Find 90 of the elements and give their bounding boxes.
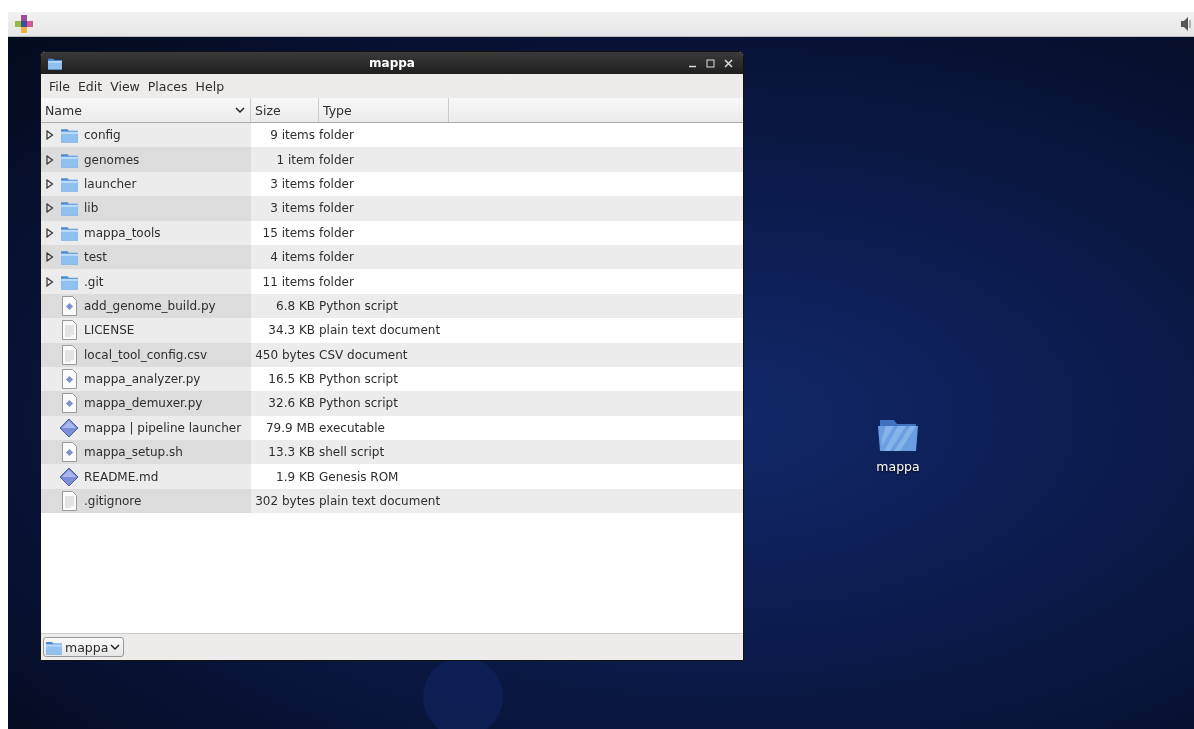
file-size: 13.3 KB [268, 445, 315, 460]
expander-icon[interactable] [45, 203, 54, 214]
text-file-icon [60, 320, 78, 341]
file-type: folder [319, 176, 354, 191]
folder-icon [59, 151, 79, 168]
file-type: folder [319, 274, 354, 289]
file-size: 1.9 KB [276, 469, 315, 484]
menu-item[interactable]: View [106, 78, 144, 94]
file-type: Python script [319, 298, 398, 313]
file-type: folder [319, 128, 354, 143]
column-header[interactable]: Size [251, 98, 319, 122]
file-size: 3 items [270, 176, 315, 191]
folder-icon [59, 200, 79, 217]
file-size: 16.5 KB [268, 372, 315, 387]
file-name: .gitignore [84, 494, 142, 509]
file-type: CSV document [319, 347, 408, 362]
close-icon[interactable] [724, 58, 733, 68]
file-type: plain text document [319, 323, 441, 338]
column-header[interactable]: Name [41, 98, 251, 122]
text-file-icon [60, 491, 78, 512]
file-size: 11 items [262, 274, 315, 289]
file-size: 9 items [270, 128, 315, 143]
file-type: folder [319, 201, 354, 216]
script-file-icon [60, 369, 78, 390]
file-size: 34.3 KB [268, 323, 315, 338]
file-name: add_genome_build.py [84, 298, 216, 313]
window-title: mappa [369, 56, 415, 70]
file-size: 6.8 KB [276, 298, 315, 313]
file-name: genomes [84, 152, 140, 167]
file-size: 3 items [270, 201, 315, 216]
script-file-icon [60, 442, 78, 463]
file-name: mappa_analyzer.py [84, 372, 201, 387]
file-name: mappa | pipeline launcher [84, 420, 242, 435]
file-type: folder [319, 152, 354, 167]
menu-item[interactable]: Edit [73, 78, 107, 94]
expander-icon[interactable] [45, 227, 54, 238]
file-size: 450 bytes [255, 347, 315, 362]
maximize-icon[interactable] [706, 58, 715, 68]
file-type: Python script [319, 372, 398, 387]
caret-icon [110, 643, 121, 651]
file-name: mappa_tools [84, 225, 161, 240]
menu-item[interactable]: Places [143, 78, 192, 94]
desktop-icon-label[interactable]: mappa [876, 459, 920, 474]
file-type: executable [319, 420, 385, 435]
expander-icon[interactable] [45, 178, 54, 189]
location-button[interactable]: mappa [43, 637, 125, 657]
file-name: config [84, 128, 121, 143]
file-type: shell script [319, 445, 385, 460]
file-name: launcher [84, 176, 137, 191]
expander-icon[interactable] [45, 252, 54, 263]
folder-icon [59, 273, 79, 290]
expander-icon[interactable] [45, 154, 54, 165]
file-name: README.md [84, 469, 159, 484]
folder-icon [59, 249, 79, 266]
file-name: test [84, 250, 108, 265]
diamond-icon [59, 466, 79, 487]
menu-item[interactable]: Help [191, 78, 229, 94]
expander-icon[interactable] [45, 130, 54, 141]
file-name: local_tool_config.csv [84, 347, 208, 362]
file-name: mappa_demuxer.py [84, 396, 203, 411]
file-type: folder [319, 225, 354, 240]
text-file-icon [60, 344, 78, 365]
file-type: plain text document [319, 494, 441, 509]
apps-menu-icon[interactable] [14, 14, 34, 34]
menu-item[interactable]: File [45, 78, 74, 94]
folder-icon [59, 127, 79, 144]
diamond-icon [59, 417, 79, 438]
file-name: lib [84, 201, 99, 216]
folder-icon[interactable] [876, 417, 920, 453]
file-size: 15 items [262, 225, 315, 240]
file-size: 302 bytes [255, 494, 315, 509]
file-type: folder [319, 250, 354, 265]
file-size: 4 items [270, 250, 315, 265]
file-size: 1 item [276, 152, 315, 167]
column-header[interactable]: Type [319, 98, 449, 122]
file-name: .git [84, 274, 104, 289]
folder-icon [45, 639, 63, 655]
folder-icon [47, 56, 63, 70]
expander-icon[interactable] [45, 276, 54, 287]
file-type: Genesis ROM [319, 469, 399, 484]
file-type: Python script [319, 396, 398, 411]
folder-icon [59, 175, 79, 192]
file-name: mappa_setup.sh [84, 445, 183, 460]
script-file-icon [60, 295, 78, 316]
file-size: 79.9 MB [265, 420, 315, 435]
script-file-icon [60, 393, 78, 414]
file-name: LICENSE [84, 323, 135, 338]
folder-icon [59, 224, 79, 241]
speaker-icon[interactable] [1180, 16, 1192, 32]
file-size: 32.6 KB [268, 396, 315, 411]
